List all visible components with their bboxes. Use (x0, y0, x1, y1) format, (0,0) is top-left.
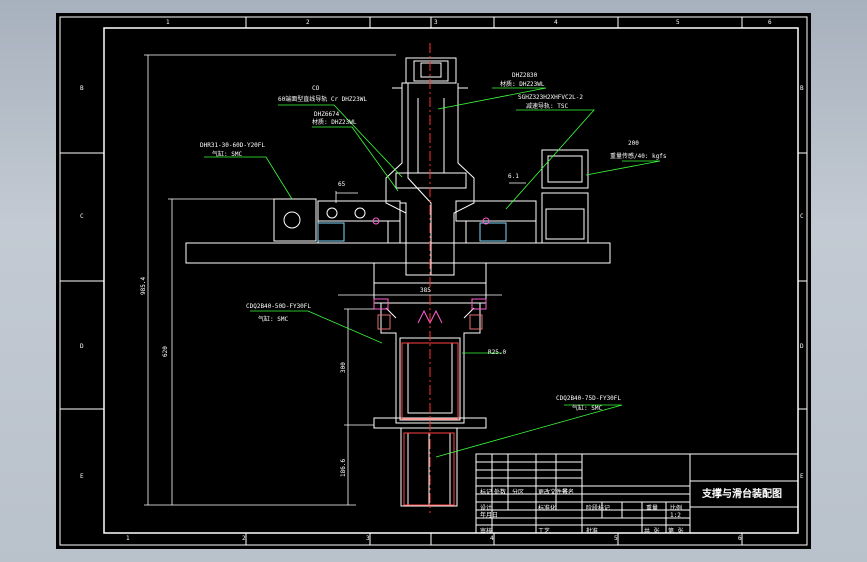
zone-bottom-1: 1 (126, 535, 130, 542)
tb-cell-12: 工艺 (538, 528, 551, 535)
zone-top-2: 2 (306, 19, 310, 26)
tb-cell-8: 阶段标记 (586, 505, 611, 512)
tb-cell-1: 处数 (494, 489, 507, 496)
callout-guide-type: 减速导轨: TSC (526, 103, 569, 110)
tb-cell-11: 审核 (480, 528, 493, 535)
callout-guide: SGHZ323H2XHFVC2L-2 (518, 94, 584, 101)
zone-top-4: 4 (554, 19, 558, 26)
zone-bottom-6: 6 (738, 535, 742, 542)
callout-cylinder-1: DHR31-30-60D-Y20FL (200, 142, 266, 149)
tb-cell-7: 标准化 (538, 505, 557, 512)
zone-left-d: D (80, 343, 84, 350)
callout-dhz2830-material: 材质: DHZ23WL (500, 81, 545, 88)
zone-bottom-3: 3 (366, 535, 370, 542)
callout-200: 200 (628, 140, 639, 147)
tb-scale: 1:2 (670, 512, 681, 519)
dim-overall-height: 985.4 (140, 276, 147, 295)
zone-left-c: C (80, 213, 84, 220)
zone-left-b: B (80, 85, 84, 92)
zone-left-e: E (80, 473, 84, 480)
callout-co: CO (312, 85, 320, 92)
zone-right-d: D (800, 343, 804, 350)
callout-dhz6674-material: 材质: DHZ23WL (312, 119, 357, 126)
zone-bottom-2: 2 (242, 535, 246, 542)
callout-sensor: 重量传感/40: kgfs (610, 153, 667, 160)
zone-top-1: 1 (166, 19, 170, 26)
tb-cell-4: 签名 (562, 489, 575, 496)
tb-cell-9: 重量 (646, 505, 659, 512)
dim-width: 385 (420, 287, 431, 294)
zone-right-e: E (800, 473, 804, 480)
callout-cylinder-3-brand: 气缸: SMC (572, 405, 603, 412)
zone-top-6: 6 (768, 19, 772, 26)
tb-cell-14: 共 张 (644, 528, 660, 535)
zone-right-c: C (800, 213, 804, 220)
dim-height-lower: 300 (340, 362, 347, 373)
dim-height-mid: 620 (162, 346, 169, 357)
assembly-drawing (59, 16, 808, 546)
zone-bottom-5: 5 (614, 535, 618, 542)
callout-cylinder-3: CDQ2B40-75D-FY30FL (556, 395, 622, 402)
dim-bore: R25.0 (488, 349, 507, 356)
tb-cell-10: 比例 (670, 505, 683, 512)
zone-bottom-4: 4 (490, 535, 494, 542)
callout-cylinder-2: CDQ2B40-50D-FY30FL (246, 303, 312, 310)
dim-height-bottom: 186.6 (340, 458, 347, 477)
tb-cell-5: 年月日 (480, 512, 499, 519)
zone-right-b: B (800, 85, 804, 92)
callout-dhz6674: DHZ6674 (314, 111, 340, 118)
drawing-title: 支撑与滑台装配图 (702, 489, 782, 500)
dim-65: 65 (338, 181, 346, 188)
callout-rail: 60端面型直线导轨 Cr DHZ23WL (278, 96, 367, 103)
tb-cell-2: 分区 (512, 489, 525, 496)
callout-cylinder-1-brand: 气缸: SMC (212, 151, 243, 158)
tb-cell-15: 第 张 (668, 528, 684, 535)
dim-gap: 6.1 (508, 173, 519, 180)
zone-top-5: 5 (676, 19, 680, 26)
callout-dhz2830: DHZ2830 (512, 72, 538, 79)
drawing-sheet: 1 2 3 4 5 6 1 2 3 4 5 6 B C D E B C D E … (56, 13, 811, 549)
callout-cylinder-2-brand: 气缸: SMC (258, 316, 289, 323)
tb-cell-13: 批准 (586, 528, 599, 535)
tb-cell-0: 标记 (480, 489, 493, 496)
zone-top-3: 3 (434, 19, 438, 26)
